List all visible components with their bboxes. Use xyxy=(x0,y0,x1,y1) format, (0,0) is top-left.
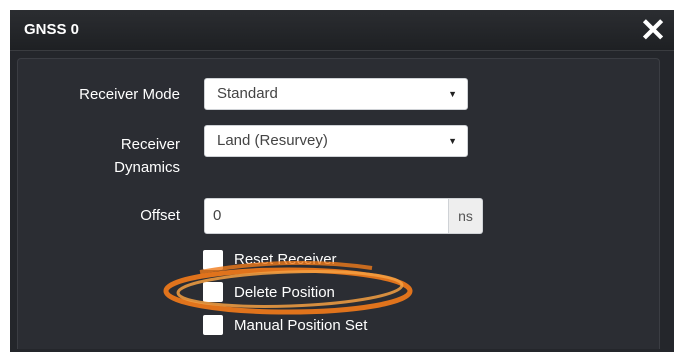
manual-position-set-checkbox[interactable] xyxy=(203,315,223,335)
reset-receiver-label: Reset Receiver xyxy=(234,251,337,268)
receiver-mode-label: Receiver Mode xyxy=(79,86,180,103)
receiver-mode-value: Standard xyxy=(217,85,278,102)
manual-position-set-label: Manual Position Set xyxy=(234,317,368,334)
chevron-down-icon: ▼ xyxy=(448,136,457,146)
offset-unit-addon: ns xyxy=(449,198,483,234)
dialog-title: GNSS 0 xyxy=(24,21,80,38)
offset-label: Offset xyxy=(140,207,180,224)
close-icon[interactable]: ✕ xyxy=(638,13,668,47)
delete-position-label: Delete Position xyxy=(234,284,335,301)
receiver-dynamics-select[interactable]: Land (Resurvey) ▼ xyxy=(204,125,468,157)
receiver-mode-select[interactable]: Standard ▼ xyxy=(204,78,468,110)
chevron-down-icon: ▼ xyxy=(448,89,457,99)
offset-input[interactable]: 0 xyxy=(204,198,449,234)
receiver-dynamics-value: Land (Resurvey) xyxy=(217,132,328,149)
reset-receiver-checkbox[interactable] xyxy=(203,250,223,270)
delete-position-checkbox[interactable] xyxy=(203,282,223,302)
receiver-dynamics-label-line1: Receiver xyxy=(120,136,180,153)
receiver-dynamics-label-line2: Dynamics xyxy=(114,159,180,176)
dialog-titlebar: GNSS 0 ✕ xyxy=(10,10,674,51)
